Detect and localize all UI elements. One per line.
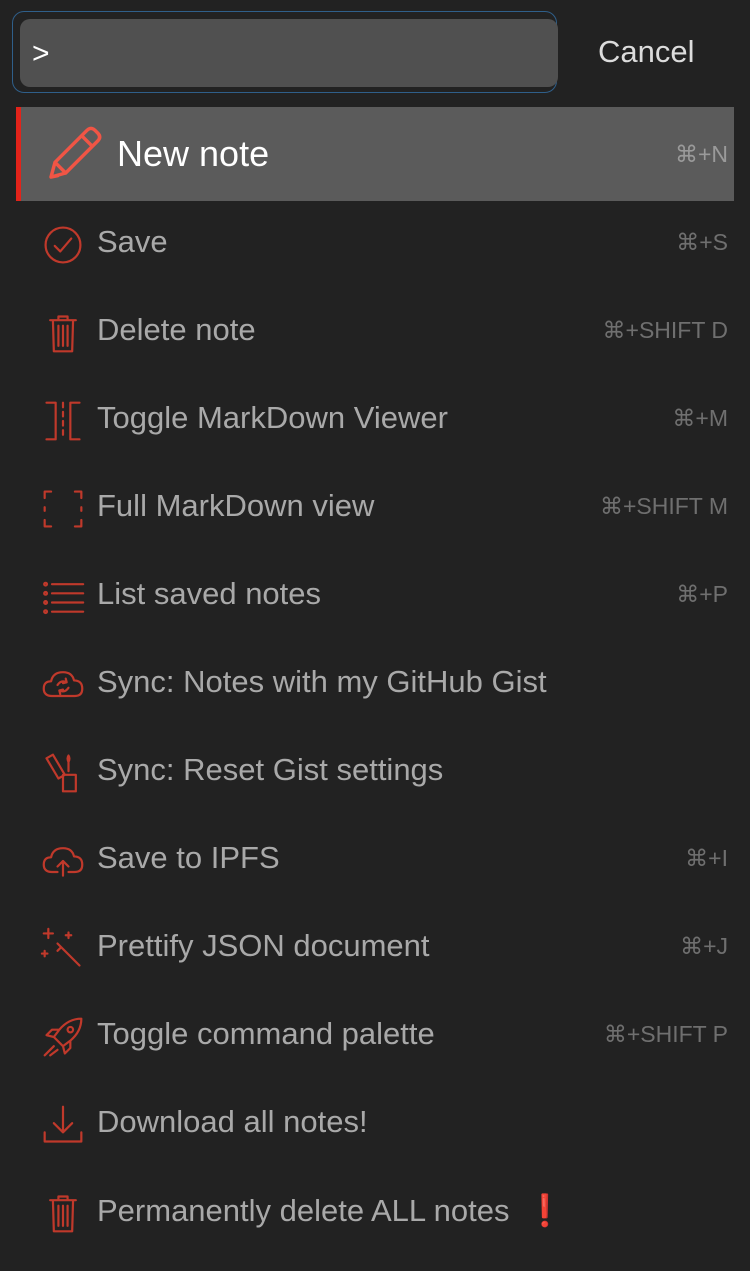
command-item-reset-gist-settings[interactable]: Sync: Reset Gist settings [16,729,734,817]
exclamation-icon: ❗ [525,1193,565,1228]
command-label: Prettify JSON document [97,928,430,963]
command-label: Download all notes! [97,1104,368,1139]
command-shortcut: ⌘+S [676,229,728,255]
command-item-sync-gist[interactable]: Sync: Notes with my GitHub Gist [16,641,734,729]
split-view-icon [40,399,86,443]
eraser-icon [40,751,86,795]
command-label: Toggle command palette [97,1016,435,1051]
command-item-list-saved-notes[interactable]: List saved notes ⌘+P [16,553,734,641]
command-label: New note [117,133,270,174]
command-label: Toggle MarkDown Viewer [97,400,448,435]
command-item-toggle-markdown-viewer[interactable]: Toggle MarkDown Viewer ⌘+M [16,377,734,465]
trash-icon [40,1191,86,1235]
command-label: Sync: Reset Gist settings [97,752,444,787]
command-label: Save to IPFS [97,840,280,875]
command-shortcut: ⌘+P [676,581,728,607]
command-search-input[interactable] [32,36,532,72]
command-item-new-note[interactable]: New note ⌘+N [16,107,734,201]
command-shortcut: ⌘+SHIFT M [599,493,728,519]
command-item-toggle-command-palette[interactable]: Toggle command palette ⌘+SHIFT P [16,993,734,1081]
command-label: Save [97,224,168,259]
command-label: Delete note [97,312,256,347]
command-shortcut: ⌘+J [680,933,728,959]
cloud-upload-icon [40,839,86,883]
command-item-delete-note[interactable]: Delete note ⌘+SHIFT D [16,289,734,377]
command-palette-header: Cancel [0,0,750,100]
command-shortcut: ⌘+M [672,405,728,431]
command-item-delete-all-notes[interactable]: Permanently delete ALL notes ❗ [16,1169,734,1257]
command-label-text: Permanently delete ALL notes [97,1193,510,1228]
command-shortcut: ⌘+SHIFT D [602,317,728,343]
command-item-download-all-notes[interactable]: Download all notes! [16,1081,734,1169]
check-circle-icon [40,223,86,267]
trash-icon [40,311,86,355]
command-item-full-markdown-view[interactable]: Full MarkDown view ⌘+SHIFT M [16,465,734,553]
cloud-sync-icon [40,663,86,707]
command-item-prettify-json[interactable]: Prettify JSON document ⌘+J [16,905,734,993]
magic-wand-icon [40,927,86,971]
command-list: New note ⌘+N Save ⌘+S Delete note ⌘+SHIF… [16,107,734,1257]
list-icon [40,575,86,619]
rocket-icon [40,1015,86,1059]
fullscreen-icon [40,487,86,531]
command-label: Permanently delete ALL notes ❗ [97,1192,564,1229]
download-icon [40,1103,86,1147]
cancel-button[interactable]: Cancel [598,34,695,70]
command-item-save[interactable]: Save ⌘+S [16,201,734,289]
command-label: Sync: Notes with my GitHub Gist [97,664,547,699]
command-label: Full MarkDown view [97,488,375,523]
command-shortcut: ⌘+I [685,845,728,871]
command-label: List saved notes [97,576,322,611]
command-shortcut: ⌘+SHIFT P [603,1021,728,1047]
command-shortcut: ⌘+N [674,141,728,167]
pencil-icon [43,121,107,185]
command-item-save-to-ipfs[interactable]: Save to IPFS ⌘+I [16,817,734,905]
